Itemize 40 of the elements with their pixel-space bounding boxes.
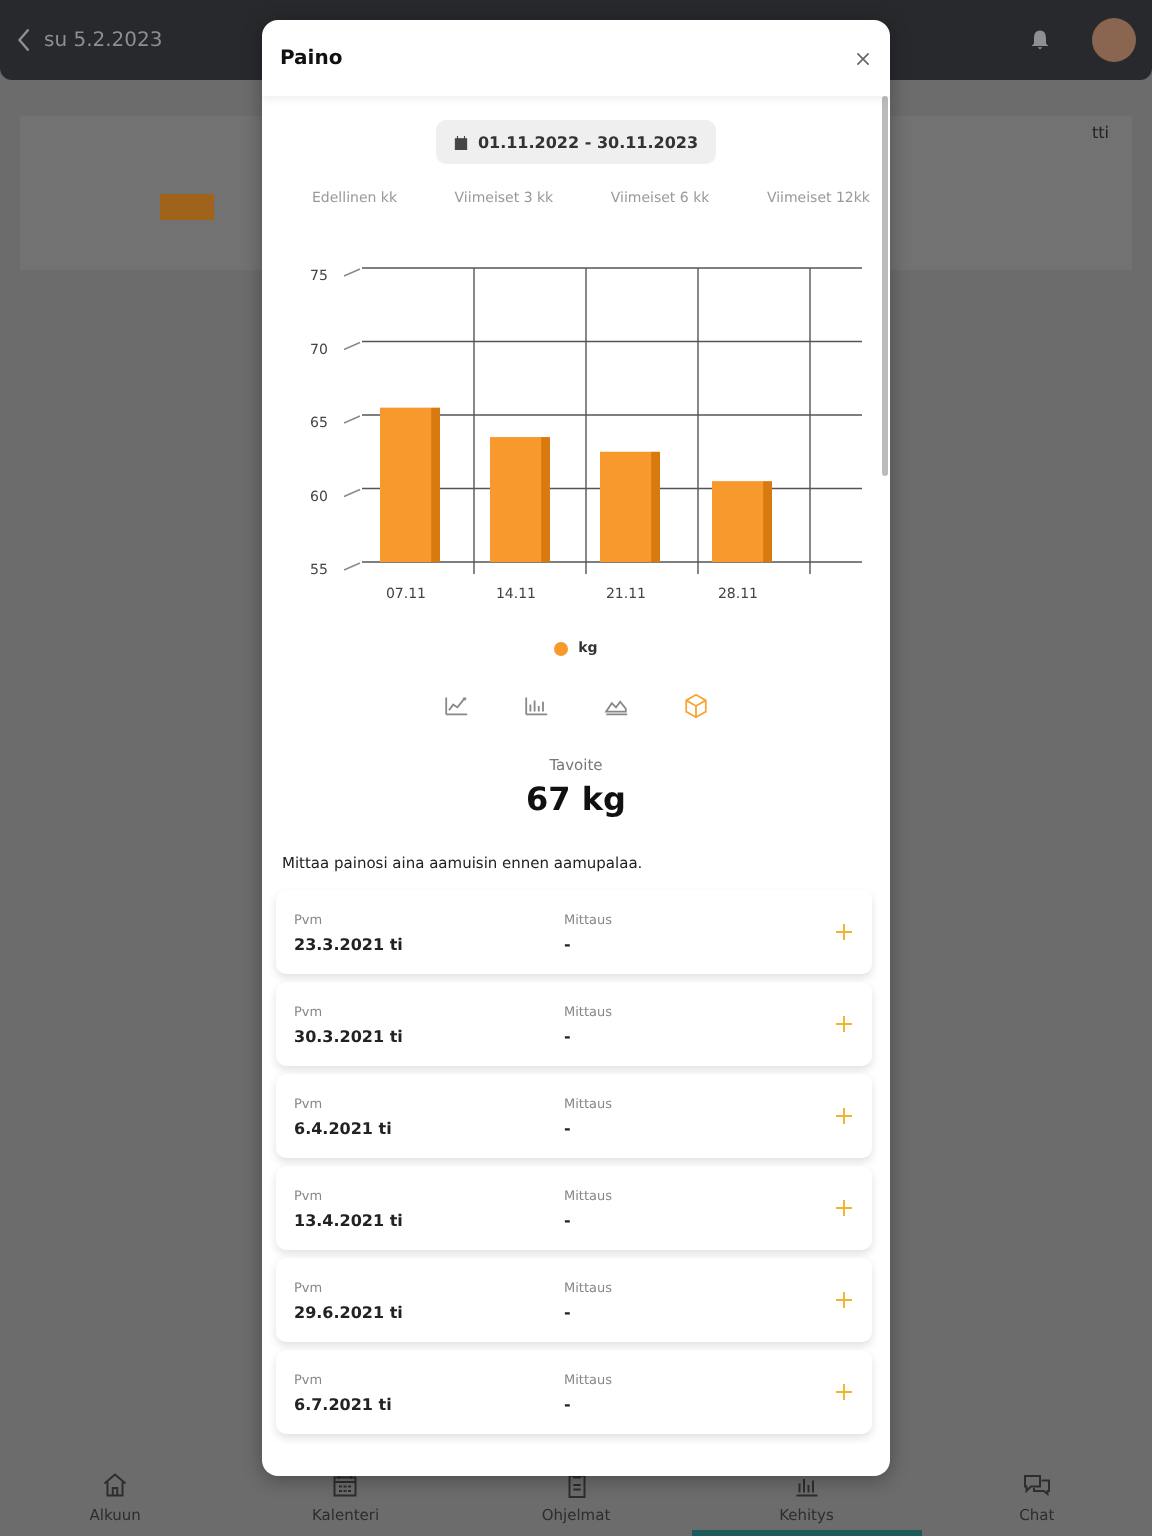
date-value: 6.4.2021 ti bbox=[294, 1119, 394, 1137]
chart-type-button[interactable] bbox=[442, 692, 470, 720]
close-button[interactable] bbox=[856, 51, 870, 65]
dialog-title: Paino bbox=[280, 47, 345, 69]
avatar[interactable] bbox=[1092, 18, 1136, 62]
date-value: 29.6.2021 ti bbox=[294, 1303, 405, 1321]
chat-icon[interactable] bbox=[1021, 1470, 1052, 1500]
bar bbox=[712, 481, 772, 562]
bar bbox=[600, 451, 660, 562]
plus-icon bbox=[836, 923, 852, 939]
date-range-button[interactable]: 01.11.2022 - 30.11.2023 bbox=[435, 120, 717, 164]
back-icon[interactable] bbox=[16, 28, 32, 52]
date-value: 6.7.2021 ti bbox=[294, 1395, 394, 1413]
date-value: 30.3.2021 ti bbox=[294, 1027, 405, 1045]
plus-icon bbox=[836, 1291, 852, 1307]
measure-value: - bbox=[564, 1211, 573, 1229]
home-icon[interactable] bbox=[100, 1470, 131, 1500]
chart-type-button[interactable] bbox=[522, 692, 550, 720]
chart-type-button[interactable] bbox=[682, 692, 710, 720]
measure-value: - bbox=[564, 1303, 573, 1321]
plus-icon bbox=[836, 1015, 852, 1031]
date-value: 23.3.2021 ti bbox=[294, 935, 405, 953]
calendar-icon bbox=[453, 135, 468, 149]
plus-icon bbox=[836, 1383, 852, 1399]
measure-value: - bbox=[564, 1027, 573, 1045]
bell-icon[interactable] bbox=[1028, 28, 1052, 52]
close-icon bbox=[856, 51, 870, 65]
measure-value: - bbox=[564, 1119, 573, 1137]
card-title: tti bbox=[1092, 124, 1109, 142]
plus-icon bbox=[836, 1199, 852, 1215]
measure-value: - bbox=[564, 935, 573, 953]
measure-value: - bbox=[564, 1395, 573, 1413]
block-icon bbox=[160, 194, 214, 220]
bar bbox=[490, 437, 550, 562]
scrollbar[interactable] bbox=[882, 96, 888, 476]
plus-icon bbox=[836, 1107, 852, 1123]
calendar-icon[interactable] bbox=[330, 1470, 361, 1500]
date-label: su 5.2.2023 bbox=[44, 29, 163, 51]
date-value: 13.4.2021 ti bbox=[294, 1211, 405, 1229]
goal-value: 67 kg bbox=[526, 780, 626, 818]
